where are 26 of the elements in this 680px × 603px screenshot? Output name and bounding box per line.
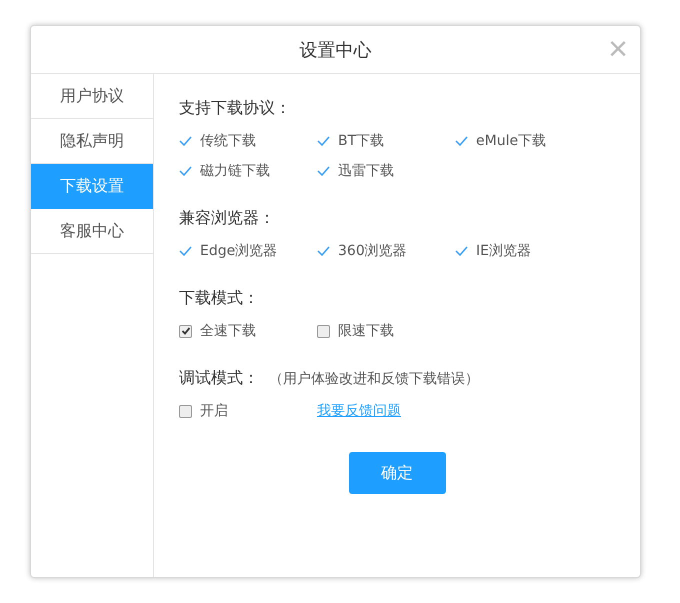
checkbox[interactable] [317, 324, 330, 338]
checkbox-label: 限速下载 [338, 322, 394, 340]
option-label: 360浏览器 [338, 242, 407, 260]
section-title: 兼容浏览器： [179, 208, 275, 229]
confirm-button[interactable]: 确定 [348, 452, 446, 494]
option-label: 迅雷下载 [338, 162, 394, 180]
option-label: 传统下载 [200, 132, 256, 150]
feedback-link[interactable]: 我要反馈问题 [317, 402, 455, 420]
section-title: 下载模式： [179, 288, 259, 309]
close-button[interactable]: × [608, 33, 628, 65]
sidebar-item[interactable]: 用户协议 [31, 74, 153, 119]
section-title: 调试模式： [179, 368, 259, 389]
option-label: IE浏览器 [476, 242, 531, 260]
section-title: 支持下载协议： [179, 98, 291, 119]
checkbox-label: 开启 [200, 402, 228, 420]
option-label: Edge浏览器 [200, 242, 278, 260]
checkbox[interactable] [179, 324, 192, 338]
dialog-title: 设置中心 [300, 38, 372, 62]
checkbox[interactable] [179, 404, 192, 418]
checkbox-label: 全速下载 [200, 322, 256, 340]
option-label: eMule下载 [476, 132, 546, 150]
sidebar-item[interactable]: 客服中心 [31, 209, 153, 254]
option-label: 磁力链下载 [200, 162, 270, 180]
section-note: （用户体验改进和反馈下载错误） [269, 370, 479, 388]
option-label: BT下载 [338, 132, 384, 150]
sidebar-item[interactable]: 下载设置 [31, 164, 153, 209]
